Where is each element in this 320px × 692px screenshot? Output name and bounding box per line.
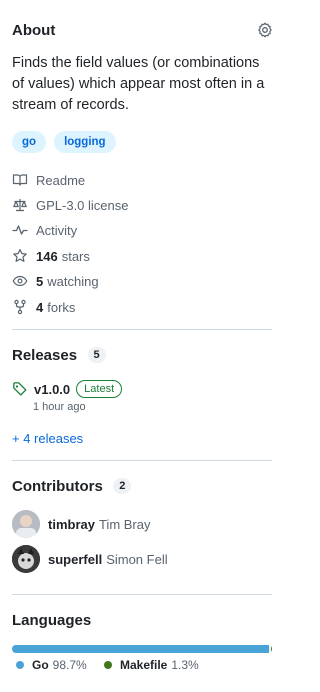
tag-icon bbox=[13, 382, 27, 396]
topic-tags: go logging bbox=[12, 131, 116, 153]
stars-label: stars bbox=[61, 248, 90, 264]
scale-icon bbox=[13, 199, 27, 212]
pulse-icon bbox=[12, 225, 28, 235]
language-dot-makefile bbox=[104, 661, 112, 669]
repo-description: Finds the field values (or combinations … bbox=[12, 55, 265, 113]
languages-bar bbox=[12, 645, 272, 653]
contributor-row[interactable]: superfell Simon Fell bbox=[12, 545, 168, 573]
language-go[interactable]: Go 98.7% bbox=[16, 658, 87, 672]
topic-tag-go[interactable]: go bbox=[12, 131, 47, 153]
releases-header: Releases 5 bbox=[12, 347, 272, 365]
readme-label: Readme bbox=[36, 172, 86, 188]
release-time: 1 hour ago bbox=[33, 401, 86, 413]
divider bbox=[12, 460, 272, 461]
watching-label: watching bbox=[47, 273, 99, 289]
forks-count: 4 bbox=[36, 299, 44, 315]
more-releases-link[interactable]: + 4 releases bbox=[12, 431, 272, 446]
contributor-name: Simon Fell bbox=[106, 551, 168, 567]
contributor-login[interactable]: superfell bbox=[48, 552, 102, 567]
readme-link[interactable]: Readme bbox=[12, 172, 85, 188]
release-tag[interactable]: v1.0.0 bbox=[34, 382, 70, 397]
latest-release[interactable]: v1.0.0 Latest bbox=[12, 380, 272, 398]
language-makefile[interactable]: Makefile 1.3% bbox=[104, 658, 199, 672]
latest-badge: Latest bbox=[76, 380, 123, 398]
star-icon bbox=[13, 249, 27, 262]
book-icon bbox=[12, 174, 28, 186]
license-link[interactable]: GPL-3.0 license bbox=[12, 197, 129, 213]
watching-link[interactable]: 5 watching bbox=[12, 273, 99, 289]
contributor-row[interactable]: timbray Tim Bray bbox=[12, 510, 151, 538]
about-heading: About bbox=[12, 22, 56, 39]
contributors-heading[interactable]: Contributors bbox=[12, 478, 103, 495]
language-name: Go bbox=[32, 658, 49, 672]
language-percent: 98.7% bbox=[52, 658, 87, 672]
fork-icon bbox=[14, 299, 26, 315]
divider bbox=[12, 594, 272, 595]
language-bar-segment-makefile bbox=[270, 645, 272, 653]
contributors-header: Contributors 2 bbox=[12, 478, 272, 496]
language-percent: 1.3% bbox=[171, 658, 199, 672]
contributors-count: 2 bbox=[113, 478, 132, 494]
watching-count: 5 bbox=[36, 273, 44, 289]
contributor-name: Tim Bray bbox=[98, 516, 151, 532]
activity-link[interactable]: Activity bbox=[12, 222, 77, 238]
language-bar-segment-go bbox=[12, 645, 269, 653]
divider bbox=[12, 329, 272, 330]
contributor-login[interactable]: timbray bbox=[48, 517, 95, 532]
stars-link[interactable]: 146 stars bbox=[12, 248, 90, 264]
license-label: GPL-3.0 license bbox=[36, 197, 129, 213]
language-name: Makefile bbox=[120, 658, 168, 672]
gear-icon[interactable] bbox=[257, 22, 273, 38]
eye-icon bbox=[12, 275, 28, 287]
repo-sidebar: About Finds the field values (or combina… bbox=[0, 0, 300, 692]
avatar[interactable] bbox=[12, 510, 40, 538]
forks-label: forks bbox=[47, 299, 76, 315]
activity-label: Activity bbox=[36, 222, 78, 238]
avatar[interactable] bbox=[12, 545, 40, 573]
releases-count: 5 bbox=[87, 347, 106, 363]
language-dot-go bbox=[16, 661, 24, 669]
forks-link[interactable]: 4 forks bbox=[12, 299, 75, 315]
languages-heading: Languages bbox=[12, 612, 92, 629]
releases-heading[interactable]: Releases bbox=[12, 347, 77, 364]
stars-count: 146 bbox=[36, 248, 58, 264]
topic-tag-logging[interactable]: logging bbox=[54, 131, 116, 153]
